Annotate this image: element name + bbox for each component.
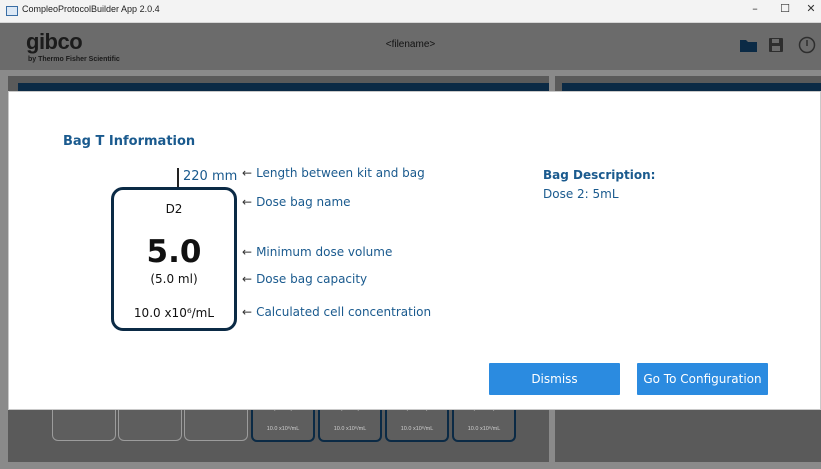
annotation-capacity: ← Dose bag capacity	[242, 272, 367, 286]
window-titlebar: CompleoProtocolBuilder App 2.0.4 – ☐ ✕	[0, 0, 821, 23]
left-arrow-icon: ←	[242, 272, 253, 286]
logo-subtitle: by Thermo Fisher Scientific	[28, 56, 120, 63]
bag-name: D2	[165, 202, 183, 216]
left-arrow-icon: ←	[242, 305, 253, 319]
bag-description-heading: Bag Description:	[543, 168, 656, 182]
annotation-concentration: ← Calculated cell concentration	[242, 305, 431, 319]
power-icon[interactable]	[798, 36, 816, 58]
left-arrow-icon: ←	[242, 245, 253, 259]
close-button[interactable]: ✕	[801, 2, 821, 15]
bag-concentration: 10.0 x10⁶/mL	[400, 426, 434, 432]
maximize-button[interactable]: ☐	[775, 2, 795, 15]
window-title: CompleoProtocolBuilder App 2.0.4	[22, 4, 160, 14]
app-header: gibco by Thermo Fisher Scientific <filen…	[0, 23, 821, 70]
bag-concentration: 10.0 x10⁶/mL	[333, 426, 367, 432]
annotation-text: Calculated cell concentration	[256, 305, 432, 319]
bag-concentration: 10.0 x10⁶/mL	[467, 426, 501, 432]
minimize-button[interactable]: –	[745, 2, 765, 15]
bag-min-volume: 5.0	[146, 234, 202, 270]
filename-label: <filename>	[385, 39, 436, 50]
dose-bag-diagram: D2 5.0 (5.0 ml) 10.0 x10⁶/mL	[111, 187, 237, 331]
dismiss-button[interactable]: Dismiss	[489, 363, 620, 395]
annotation-text: Minimum dose volume	[256, 245, 393, 259]
bag-concentration: 10.0 x10⁶/mL	[266, 426, 300, 432]
empty-bag-slot[interactable]	[184, 408, 248, 441]
kit-connection-line	[177, 168, 179, 188]
bag-concentration: 10.0 x10⁶/mL	[133, 306, 215, 320]
empty-bag-slot[interactable]	[118, 408, 182, 441]
annotation-length: ← Length between kit and bag	[242, 166, 425, 180]
save-icon[interactable]	[768, 37, 784, 57]
annotation-text: Dose bag name	[256, 195, 351, 209]
kit-panel-header	[18, 83, 549, 91]
app-icon	[6, 6, 18, 16]
empty-bag-slot[interactable]	[52, 408, 116, 441]
dialog-title: Bag T Information	[63, 134, 196, 149]
left-arrow-icon: ←	[242, 166, 253, 180]
annotation-text: Length between kit and bag	[256, 166, 425, 180]
details-panel-header	[562, 83, 821, 91]
tube-length: 220 mm	[183, 169, 238, 184]
annotation-volume: ← Minimum dose volume	[242, 245, 392, 259]
left-arrow-icon: ←	[242, 195, 253, 209]
go-to-configuration-button[interactable]: Go To Configuration	[637, 363, 768, 395]
bag-capacity: (5.0 ml)	[150, 272, 198, 286]
folder-open-icon[interactable]	[739, 37, 759, 57]
bag-description-value: Dose 2: 5mL	[543, 187, 619, 201]
annotation-name: ← Dose bag name	[242, 195, 351, 209]
bag-info-dialog: Bag T Information 220 mm D2 5.0 (5.0 ml)…	[8, 91, 821, 410]
annotation-text: Dose bag capacity	[256, 272, 368, 286]
